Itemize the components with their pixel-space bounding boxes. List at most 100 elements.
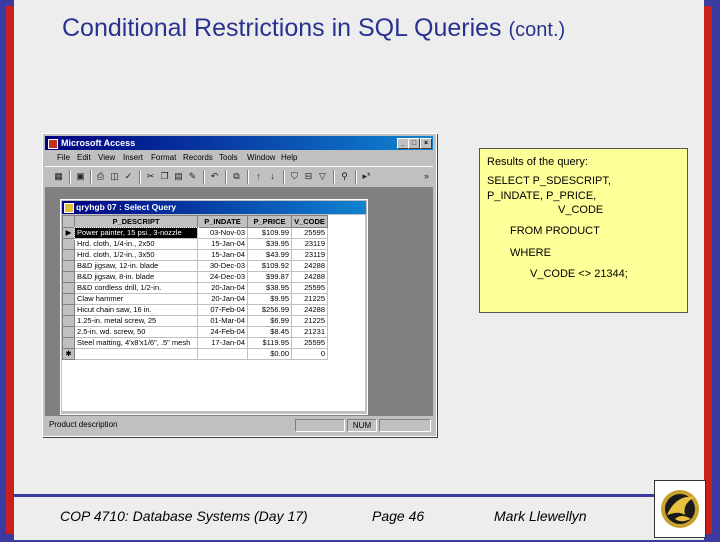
access-titlebar[interactable]: Microsoft Access _ □ ×: [45, 136, 433, 150]
cell-descript[interactable]: B&D jigsaw, 12-in. blade: [74, 260, 198, 272]
cell-price[interactable]: $99.87: [247, 271, 292, 283]
filter-by-form-icon[interactable]: ⊟: [303, 171, 314, 182]
apply-filter-icon[interactable]: ▽: [317, 171, 328, 182]
cell-vcode[interactable]: 23119: [291, 249, 328, 261]
table-row[interactable]: B&D cordless drill, 1/2-in. 20-Jan-04 $3…: [62, 282, 328, 294]
cell-price[interactable]: $119.95: [247, 337, 292, 349]
menu-tools[interactable]: Tools: [219, 151, 238, 165]
row-selector[interactable]: [62, 293, 75, 305]
cell-indate[interactable]: 20-Jan-04: [197, 293, 248, 305]
menu-view[interactable]: View: [98, 151, 115, 165]
row-selector[interactable]: [62, 337, 75, 349]
table-row[interactable]: Hicut chain saw, 16 in. 07-Feb-04 $256.9…: [62, 304, 328, 316]
cell-vcode[interactable]: 25595: [291, 282, 328, 294]
table-row[interactable]: Hrd. cloth, 1/2-in., 3x50 15-Jan-04 $43.…: [62, 249, 328, 261]
cell-vcode[interactable]: 24288: [291, 260, 328, 272]
access-window[interactable]: Microsoft Access _ □ × File Edit View In…: [42, 133, 437, 437]
row-selector[interactable]: [62, 249, 75, 261]
cell-descript[interactable]: [74, 348, 198, 360]
cell-indate[interactable]: [197, 348, 248, 360]
cell-descript[interactable]: 1.25-in. metal screw, 25: [74, 315, 198, 327]
cell-indate[interactable]: 01-Mar-04: [197, 315, 248, 327]
find-icon[interactable]: ⚲: [339, 171, 350, 182]
row-selector[interactable]: [62, 326, 75, 338]
menu-edit[interactable]: Edit: [77, 151, 91, 165]
cell-price[interactable]: $39.95: [247, 238, 292, 250]
cell-vcode[interactable]: 24288: [291, 304, 328, 316]
cell-descript[interactable]: 2.5-in. wd. screw, 50: [74, 326, 198, 338]
close-button[interactable]: ×: [420, 138, 432, 149]
table-row[interactable]: Hrd. cloth, 1/4-in., 2x50 15-Jan-04 $39.…: [62, 238, 328, 250]
menu-file[interactable]: File: [57, 151, 70, 165]
row-selector[interactable]: [62, 271, 75, 283]
cell-descript[interactable]: B&D cordless drill, 1/2-in.: [74, 282, 198, 294]
cell-price[interactable]: $0.00: [247, 348, 292, 360]
menu-help[interactable]: Help: [281, 151, 297, 165]
view-icon[interactable]: ▦: [53, 171, 64, 182]
filter-by-selection-icon[interactable]: ⛉: [289, 171, 300, 182]
cell-vcode[interactable]: 24288: [291, 271, 328, 283]
query-titlebar[interactable]: qryhgb 07 : Select Query: [62, 201, 366, 214]
cell-indate[interactable]: 15-Jan-04: [197, 238, 248, 250]
insert-object-icon[interactable]: ⧉: [231, 171, 242, 182]
save-icon[interactable]: ▣: [75, 171, 86, 182]
cell-price[interactable]: $43.99: [247, 249, 292, 261]
table-row[interactable]: B&D jigsaw, 12-in. blade 30-Dec-03 $109.…: [62, 260, 328, 272]
cell-descript[interactable]: Power painter, 15 psi., 3-nozzle: [73, 226, 199, 240]
cell-indate[interactable]: 30-Dec-03: [197, 260, 248, 272]
cell-indate[interactable]: 07-Feb-04: [197, 304, 248, 316]
cell-price[interactable]: $109.99: [247, 227, 292, 239]
column-header[interactable]: V_CODE: [291, 215, 328, 228]
print-icon[interactable]: ⎙: [95, 171, 106, 182]
table-row[interactable]: 2.5-in. wd. screw, 50 24-Feb-04 $8.45 21…: [62, 326, 328, 338]
cell-indate[interactable]: 17-Jan-04: [197, 337, 248, 349]
toolbar-overflow-icon[interactable]: »: [421, 171, 432, 182]
cell-price[interactable]: $256.99: [247, 304, 292, 316]
table-row[interactable]: Claw hammer 20-Jan-04 $9.95 21225: [62, 293, 328, 305]
cell-vcode[interactable]: 23119: [291, 238, 328, 250]
sort-descending-icon[interactable]: ↓: [267, 171, 278, 182]
row-selector[interactable]: [62, 238, 75, 250]
undo-icon[interactable]: ↶: [209, 171, 220, 182]
menu-insert[interactable]: Insert: [123, 151, 143, 165]
column-header[interactable]: P_INDATE: [197, 215, 248, 228]
row-selector[interactable]: [62, 304, 75, 316]
header-selector[interactable]: [62, 215, 75, 228]
menu-records[interactable]: Records: [183, 151, 213, 165]
table-row[interactable]: 1.25-in. metal screw, 25 01-Mar-04 $6.99…: [62, 315, 328, 327]
cell-price[interactable]: $8.45: [247, 326, 292, 338]
cell-indate[interactable]: 24-Feb-04: [197, 326, 248, 338]
cell-vcode[interactable]: 21225: [291, 315, 328, 327]
row-selector[interactable]: [62, 315, 75, 327]
table-row[interactable]: Steel matting, 4'x8'x1/6", .5" mesh 17-J…: [62, 337, 328, 349]
cell-indate[interactable]: 15-Jan-04: [197, 249, 248, 261]
row-selector[interactable]: [62, 260, 75, 272]
maximize-button[interactable]: □: [408, 138, 420, 149]
cell-descript[interactable]: Claw hammer: [74, 293, 198, 305]
copy-icon[interactable]: ❐: [159, 171, 170, 182]
new-record-icon[interactable]: ▸*: [361, 171, 372, 182]
cell-vcode[interactable]: 21225: [291, 293, 328, 305]
table-row[interactable]: ▶ Power painter, 15 psi., 3-nozzle 03-No…: [62, 226, 328, 240]
sort-ascending-icon[interactable]: ↑: [253, 171, 264, 182]
cell-price[interactable]: $9.95: [247, 293, 292, 305]
menu-format[interactable]: Format: [151, 151, 176, 165]
column-header[interactable]: P_DESCRIPT: [74, 215, 198, 228]
cell-descript[interactable]: Hicut chain saw, 16 in.: [74, 304, 198, 316]
cell-price[interactable]: $6.99: [247, 315, 292, 327]
cell-indate[interactable]: 20-Jan-04: [197, 282, 248, 294]
paste-icon[interactable]: ▤: [173, 171, 184, 182]
new-record-row[interactable]: ✱ $0.00 0: [62, 348, 328, 360]
new-record-icon[interactable]: ✱: [62, 348, 75, 360]
cell-indate[interactable]: 03-Nov-03: [197, 227, 248, 239]
cell-price[interactable]: $109.92: [247, 260, 292, 272]
cell-descript[interactable]: Hrd. cloth, 1/2-in., 3x50: [74, 249, 198, 261]
cell-descript[interactable]: Hrd. cloth, 1/4-in., 2x50: [74, 238, 198, 250]
cell-descript[interactable]: Steel matting, 4'x8'x1/6", .5" mesh: [74, 337, 198, 349]
cell-price[interactable]: $38.95: [247, 282, 292, 294]
datasheet-grid[interactable]: P_DESCRIPT P_INDATE P_PRICE V_CODE ▶ Pow…: [62, 215, 365, 411]
cell-vcode[interactable]: 21231: [291, 326, 328, 338]
cell-vcode[interactable]: 25595: [291, 337, 328, 349]
row-selector[interactable]: [62, 282, 75, 294]
cell-indate[interactable]: 24-Dec-03: [197, 271, 248, 283]
